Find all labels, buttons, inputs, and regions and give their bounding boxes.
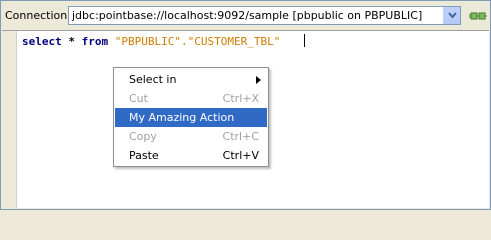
menu-item-copy[interactable]: Copy Ctrl+C — [115, 127, 267, 146]
sql-editor-window: Connection: jdbc:pointbase://localhost:9… — [0, 0, 491, 210]
sql-code-line[interactable]: select * from "PBPUBLIC"."CUSTOMER_TBL" — [22, 35, 280, 48]
sql-dot: . — [180, 35, 188, 48]
connection-dropdown-button[interactable] — [443, 7, 460, 24]
connection-value: jdbc:pointbase://localhost:9092/sample [… — [72, 9, 423, 22]
sql-space — [108, 35, 115, 48]
menu-item-select-in[interactable]: Select in — [115, 70, 267, 89]
sql-schema-identifier: "PBPUBLIC" — [114, 35, 181, 48]
menu-item-accelerator: Ctrl+C — [222, 130, 259, 143]
sql-table-identifier: "CUSTOMER_TBL" — [187, 35, 281, 48]
menu-item-accelerator: Ctrl+X — [222, 92, 259, 105]
menu-item-label: Copy — [129, 130, 157, 143]
text-caret — [304, 34, 305, 47]
menu-item-my-amazing-action[interactable]: My Amazing Action — [115, 108, 267, 127]
connect-button[interactable] — [469, 8, 487, 24]
editor-gutter — [2, 31, 17, 208]
menu-item-label: My Amazing Action — [129, 111, 235, 124]
connection-toolbar: Connection: jdbc:pointbase://localhost:9… — [1, 1, 490, 29]
menu-item-paste[interactable]: Paste Ctrl+V — [115, 146, 267, 165]
context-menu: Select in Cut Ctrl+X My Amazing Action C… — [113, 67, 269, 167]
menu-item-accelerator: Ctrl+V — [222, 149, 259, 162]
menu-item-label: Paste — [129, 149, 159, 162]
sql-keyword-select: select — [22, 35, 62, 48]
menu-item-cut[interactable]: Cut Ctrl+X — [115, 89, 267, 108]
menu-item-label: Cut — [129, 92, 148, 105]
connection-label: Connection: — [5, 9, 71, 22]
triangle-right-icon — [256, 76, 261, 84]
connection-combobox[interactable]: jdbc:pointbase://localhost:9092/sample [… — [68, 6, 461, 25]
menu-item-label: Select in — [129, 73, 177, 86]
plug-connect-icon — [469, 12, 487, 20]
chevron-down-icon — [448, 12, 457, 19]
sql-star: * — [61, 35, 82, 48]
sql-keyword-from: from — [81, 35, 109, 48]
